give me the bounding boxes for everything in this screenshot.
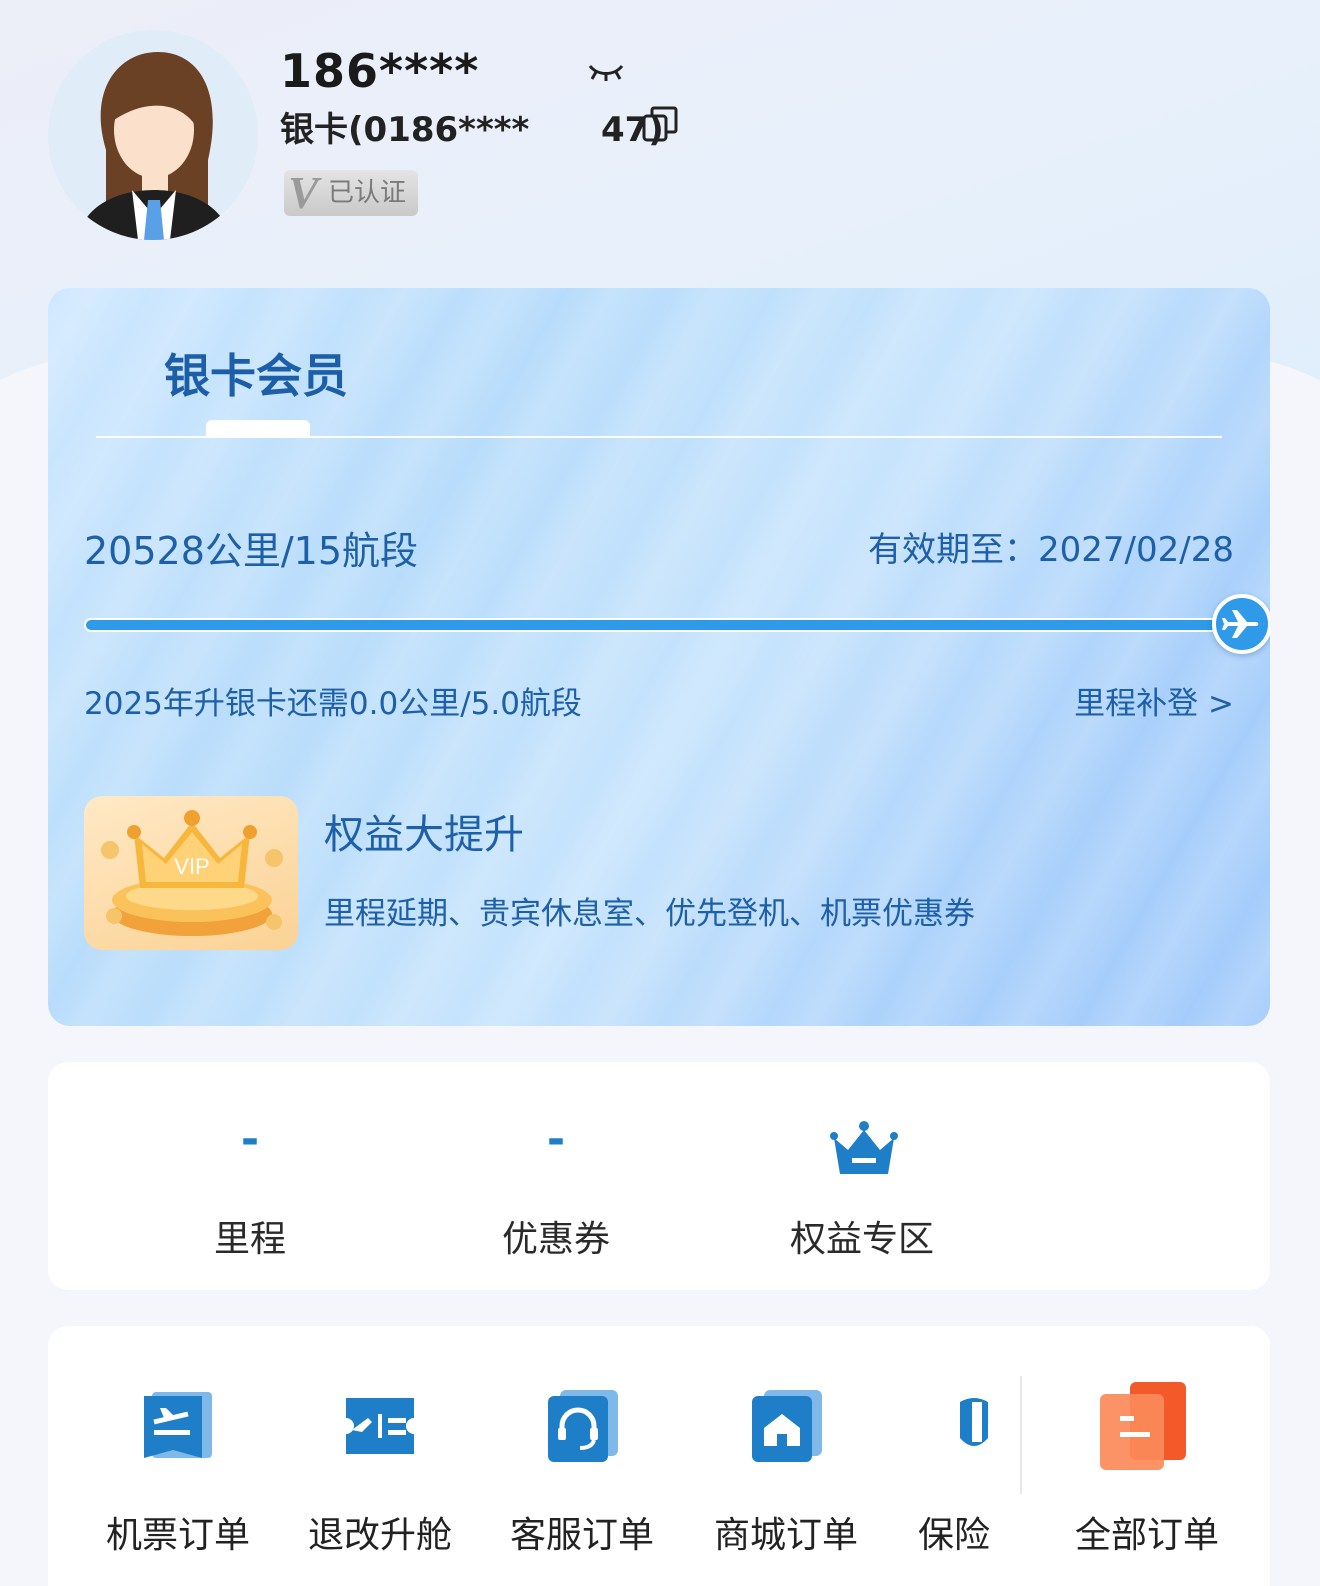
order-insurance-label: 保险 (918, 1515, 991, 1556)
card-number-prefix: 银卡(0186**** (280, 110, 530, 150)
distance-segments: 20528公里/15航段 (84, 529, 419, 573)
all-orders-label: 全部订单 (1074, 1515, 1219, 1556)
tier-title[interactable]: 银卡会员 (164, 340, 348, 406)
benefit-title[interactable]: 权益大提升 (324, 802, 524, 860)
stat-benefits-zone[interactable]: 权益专区 (712, 1062, 1012, 1290)
stat-benefits-label: 权益专区 (789, 1219, 934, 1260)
membership-card[interactable]: 银卡会员 20528公里/15航段 有效期至：2027/02/28 2025年升… (48, 288, 1270, 1026)
shop-icon (752, 1390, 822, 1462)
tab-active-marker (206, 420, 310, 436)
progress-bar (84, 618, 1224, 632)
stat-coupons-value: - (546, 1114, 566, 1165)
order-insurance[interactable]: 保险 (888, 1326, 1018, 1586)
progress-fill (86, 620, 1222, 630)
stat-mileage[interactable]: - 里程 (100, 1062, 400, 1290)
stat-coupons-label: 优惠券 (501, 1219, 610, 1260)
insurance-icon (960, 1398, 988, 1446)
avatar[interactable] (48, 30, 258, 240)
phone-number: 186**** (280, 44, 480, 98)
vip-text: VIP (174, 854, 209, 879)
order-change-upgrade[interactable]: 退改升舱 (280, 1326, 480, 1586)
verified-label: 已认证 (328, 178, 407, 208)
upgrade-note: 2025年升银卡还需0.0公里/5.0航段 (84, 686, 582, 722)
crown-icon (830, 1121, 898, 1174)
eye-closed-icon[interactable] (586, 58, 626, 82)
order-flight-tickets[interactable]: 机票订单 (78, 1326, 278, 1586)
benefit-description: 里程延期、贵宾休息室、优先登机、机票优惠券 (324, 896, 975, 932)
change-icon (346, 1398, 414, 1454)
tab-underline (96, 436, 1222, 438)
order-change-upgrade-label: 退改升舱 (307, 1515, 452, 1556)
all-orders-button[interactable]: 全部订单 (1024, 1326, 1270, 1586)
all-orders-icon (1100, 1382, 1186, 1470)
order-mall-label: 商城订单 (713, 1515, 858, 1556)
mileage-makeup-link[interactable]: 里程补登 > (1074, 678, 1234, 723)
ticket-icon (144, 1392, 212, 1458)
order-mall[interactable]: 商城订单 (686, 1326, 886, 1586)
vip-crown-image: VIP (84, 796, 298, 950)
stats-card: - 里程 - 优惠券 权益专区 (48, 1062, 1270, 1290)
avatar-illustration (78, 52, 230, 240)
order-customer-service[interactable]: 客服订单 (482, 1326, 682, 1586)
plane-icon (1212, 594, 1270, 654)
stat-mileage-value: - (240, 1114, 260, 1165)
headset-icon (548, 1390, 618, 1462)
orders-divider (1020, 1376, 1022, 1494)
orders-card: 机票订单 退改升舱 客服订单 商城订单 保险 全部订单 (48, 1326, 1270, 1586)
verified-v-icon: V (288, 167, 319, 218)
verified-badge: V 已认证 (284, 167, 418, 218)
stat-coupons[interactable]: - 优惠券 (406, 1062, 706, 1290)
expiry-date: 有效期至：2027/02/28 (868, 530, 1234, 570)
copy-icon[interactable] (640, 104, 680, 144)
card-number: 银卡(0186**** 47) (280, 102, 664, 151)
stat-mileage-label: 里程 (213, 1219, 286, 1260)
order-customer-service-label: 客服订单 (509, 1515, 654, 1556)
profile-section: 186**** 银卡(0186**** 47) V 已认证 (48, 30, 1248, 260)
order-flight-tickets-label: 机票订单 (105, 1515, 250, 1556)
